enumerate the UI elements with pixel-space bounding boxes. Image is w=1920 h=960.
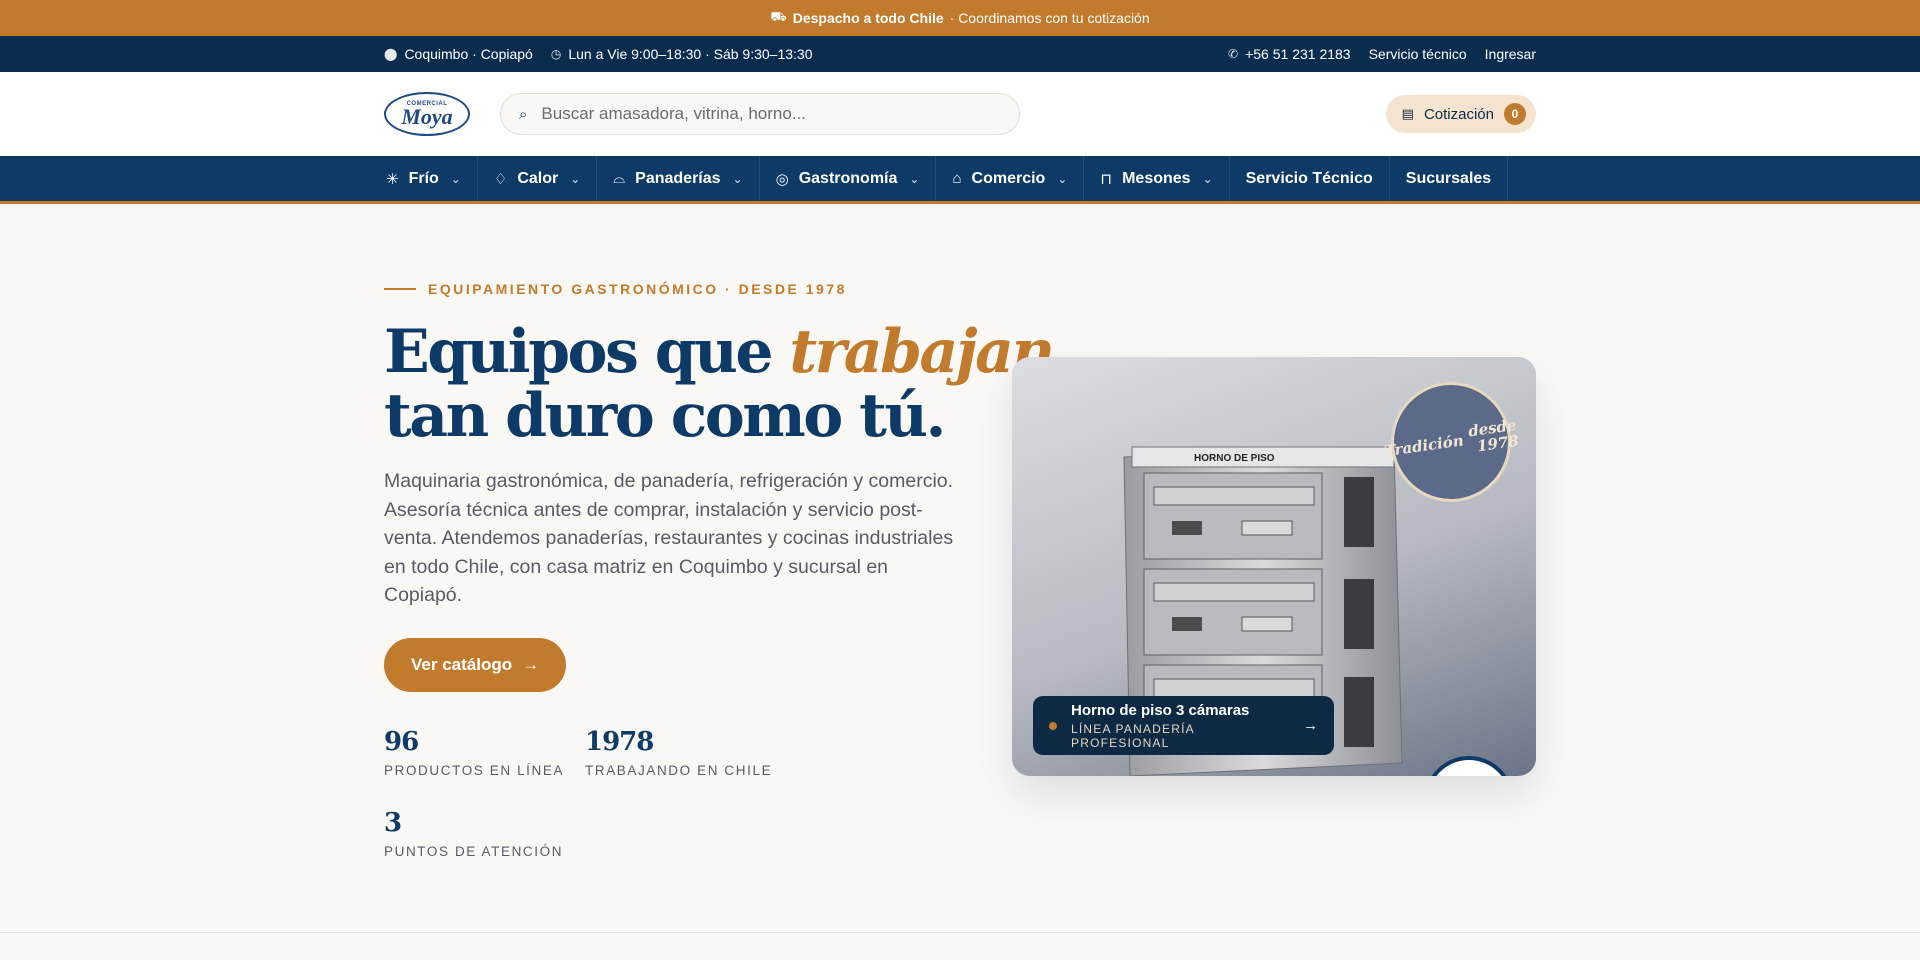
stat-number: 1978 bbox=[585, 727, 654, 757]
main-nav: ✳ Frío ⌄ ♢ Calor ⌄ ⌓ Panaderías ⌄ ◎ Gast… bbox=[0, 156, 1920, 204]
stat-label: PUNTOS DE ATENCIÓN bbox=[384, 844, 564, 859]
quote-count-badge: 0 bbox=[1504, 103, 1526, 125]
eyebrow-text: EQUIPAMIENTO GASTRONÓMICO · DESDE 1978 bbox=[428, 281, 847, 297]
nav-label: Calor bbox=[517, 169, 559, 187]
phone-text: +56 51 231 2183 bbox=[1245, 46, 1351, 62]
nav-label: Comercio bbox=[971, 169, 1046, 187]
nav-label: Frío bbox=[408, 169, 439, 187]
truck-icon: ⛟ bbox=[770, 9, 787, 24]
chevron-down-icon: ⌄ bbox=[732, 171, 743, 186]
nav-item-sucursales[interactable]: Sucursales bbox=[1390, 156, 1509, 201]
nav-label: Mesones bbox=[1122, 169, 1191, 187]
nav-item-comercio[interactable]: ⌂ Comercio ⌄ bbox=[936, 156, 1085, 201]
nav-item-mesones[interactable]: ⊓ Mesones ⌄ bbox=[1084, 156, 1230, 201]
chevron-down-icon: ⌄ bbox=[1057, 171, 1068, 186]
service-link[interactable]: Servicio técnico bbox=[1369, 46, 1467, 62]
search-icon: ⌕ bbox=[519, 105, 528, 123]
corner-emblem bbox=[1424, 756, 1514, 776]
stat-number: 3 bbox=[384, 808, 402, 838]
arrow-right-icon: → bbox=[1303, 717, 1318, 734]
stat-products: 96 PRODUCTOS EN LÍNEA bbox=[384, 727, 564, 778]
hero-title-line2: tan duro como tú. bbox=[384, 381, 946, 451]
nav-item-servicio-tecnico[interactable]: Servicio Técnico bbox=[1230, 156, 1390, 201]
store-icon: ⌂ bbox=[952, 170, 962, 187]
catalog-button[interactable]: Ver catálogo → bbox=[384, 638, 567, 692]
stat-years: 1978 TRABAJANDO EN CHILE bbox=[585, 727, 772, 778]
site-header: COMERCIAL Moya ⌕ ▤ Cotización 0 bbox=[0, 72, 1920, 156]
phone-link[interactable]: ✆ +56 51 231 2183 bbox=[1228, 46, 1351, 62]
location-text: Coquimbo · Copiapó bbox=[404, 46, 533, 62]
seal-left-text: Tradición bbox=[1383, 431, 1465, 461]
counter-icon: ⊓ bbox=[1100, 170, 1113, 188]
chevron-down-icon: ⌄ bbox=[909, 171, 920, 186]
quote-button[interactable]: ▤ Cotización 0 bbox=[1385, 95, 1536, 133]
stat-number: 96 bbox=[384, 727, 419, 757]
announcement-bold: Despacho a todo Chile bbox=[792, 10, 944, 26]
clipboard-icon: ▤ bbox=[1401, 106, 1414, 121]
product-caption[interactable]: Horno de piso 3 cámaras LÍNEA PANADERÍA … bbox=[1033, 696, 1334, 755]
hero-title-part1: Equipos que bbox=[384, 317, 790, 387]
chevron-down-icon: ⌄ bbox=[450, 171, 461, 186]
quote-label: Cotización bbox=[1423, 105, 1494, 123]
login-link[interactable]: Ingresar bbox=[1485, 46, 1536, 62]
announcement-text: · Coordinamos con tu cotización bbox=[949, 10, 1150, 26]
hero-eyebrow: EQUIPAMIENTO GASTRONÓMICO · DESDE 1978 bbox=[384, 281, 847, 297]
nav-label: Gastronomía bbox=[798, 169, 898, 187]
flame-icon: ♢ bbox=[493, 170, 508, 188]
nav-item-calor[interactable]: ♢ Calor ⌄ bbox=[478, 156, 598, 201]
stat-locations: 3 PUNTOS DE ATENCIÓN bbox=[384, 808, 563, 859]
hours-info: ◷ Lun a Vie 9:00–18:30 · Sáb 9:30–13:30 bbox=[551, 46, 813, 62]
chevron-down-icon: ⌄ bbox=[570, 171, 581, 186]
eyebrow-line bbox=[384, 288, 416, 290]
search-box: ⌕ bbox=[500, 93, 1020, 135]
announcement-bar: ⛟ Despacho a todo Chile · Coordinamos co… bbox=[0, 0, 1920, 36]
nav-item-frio[interactable]: ✳ Frío ⌄ bbox=[370, 156, 478, 201]
chevron-down-icon: ⌄ bbox=[1202, 171, 1213, 186]
nav-label: Panaderías bbox=[635, 169, 721, 187]
phone-icon: ✆ bbox=[1228, 47, 1239, 61]
search-input[interactable] bbox=[541, 104, 1001, 124]
hero-title: Equipos que trabajan tan duro como tú. bbox=[384, 317, 1055, 451]
nav-item-panaderias[interactable]: ⌓ Panaderías ⌄ bbox=[597, 156, 760, 201]
product-feature-card[interactable]: HORNO DE PISO Tradición desde 1978 Horno… bbox=[1012, 357, 1536, 776]
location-info: ⬤ Coquimbo · Copiapó bbox=[384, 46, 533, 62]
caption-dot bbox=[1049, 721, 1057, 730]
caption-subtitle: LÍNEA PANADERÍA PROFESIONAL bbox=[1071, 721, 1195, 750]
arrow-right-icon: → bbox=[522, 655, 540, 674]
hours-text: Lun a Vie 9:00–18:30 · Sáb 9:30–13:30 bbox=[568, 46, 813, 62]
brand-logo[interactable]: COMERCIAL Moya bbox=[384, 92, 470, 136]
stat-label: PRODUCTOS EN LÍNEA bbox=[384, 763, 565, 778]
hero-section: EQUIPAMIENTO GASTRONÓMICO · DESDE 1978 E… bbox=[0, 207, 1920, 932]
caption-title: Horno de piso 3 cámaras bbox=[1071, 701, 1250, 719]
oven-sign-text: HORNO DE PISO bbox=[1194, 453, 1275, 464]
catalog-button-label: Ver catálogo bbox=[411, 655, 513, 674]
bread-icon: ⌓ bbox=[613, 170, 626, 187]
top-info-bar: ⬤ Coquimbo · Copiapó ◷ Lun a Vie 9:00–18… bbox=[0, 36, 1920, 72]
nav-label: Sucursales bbox=[1405, 169, 1492, 187]
stat-label: TRABAJANDO EN CHILE bbox=[585, 763, 773, 778]
snowflake-icon: ✳ bbox=[386, 170, 399, 188]
hero-lead: Maquinaria gastronómica, de panadería, r… bbox=[384, 470, 954, 606]
dish-icon: ◎ bbox=[775, 170, 789, 188]
map-pin-icon: ⬤ bbox=[384, 47, 398, 61]
logo-big-text: Moya bbox=[401, 104, 453, 129]
clock-icon: ◷ bbox=[550, 47, 562, 61]
section-divider bbox=[0, 932, 1920, 933]
nav-label: Servicio Técnico bbox=[1245, 169, 1373, 187]
nav-item-gastronomia[interactable]: ◎ Gastronomía ⌄ bbox=[760, 156, 937, 201]
